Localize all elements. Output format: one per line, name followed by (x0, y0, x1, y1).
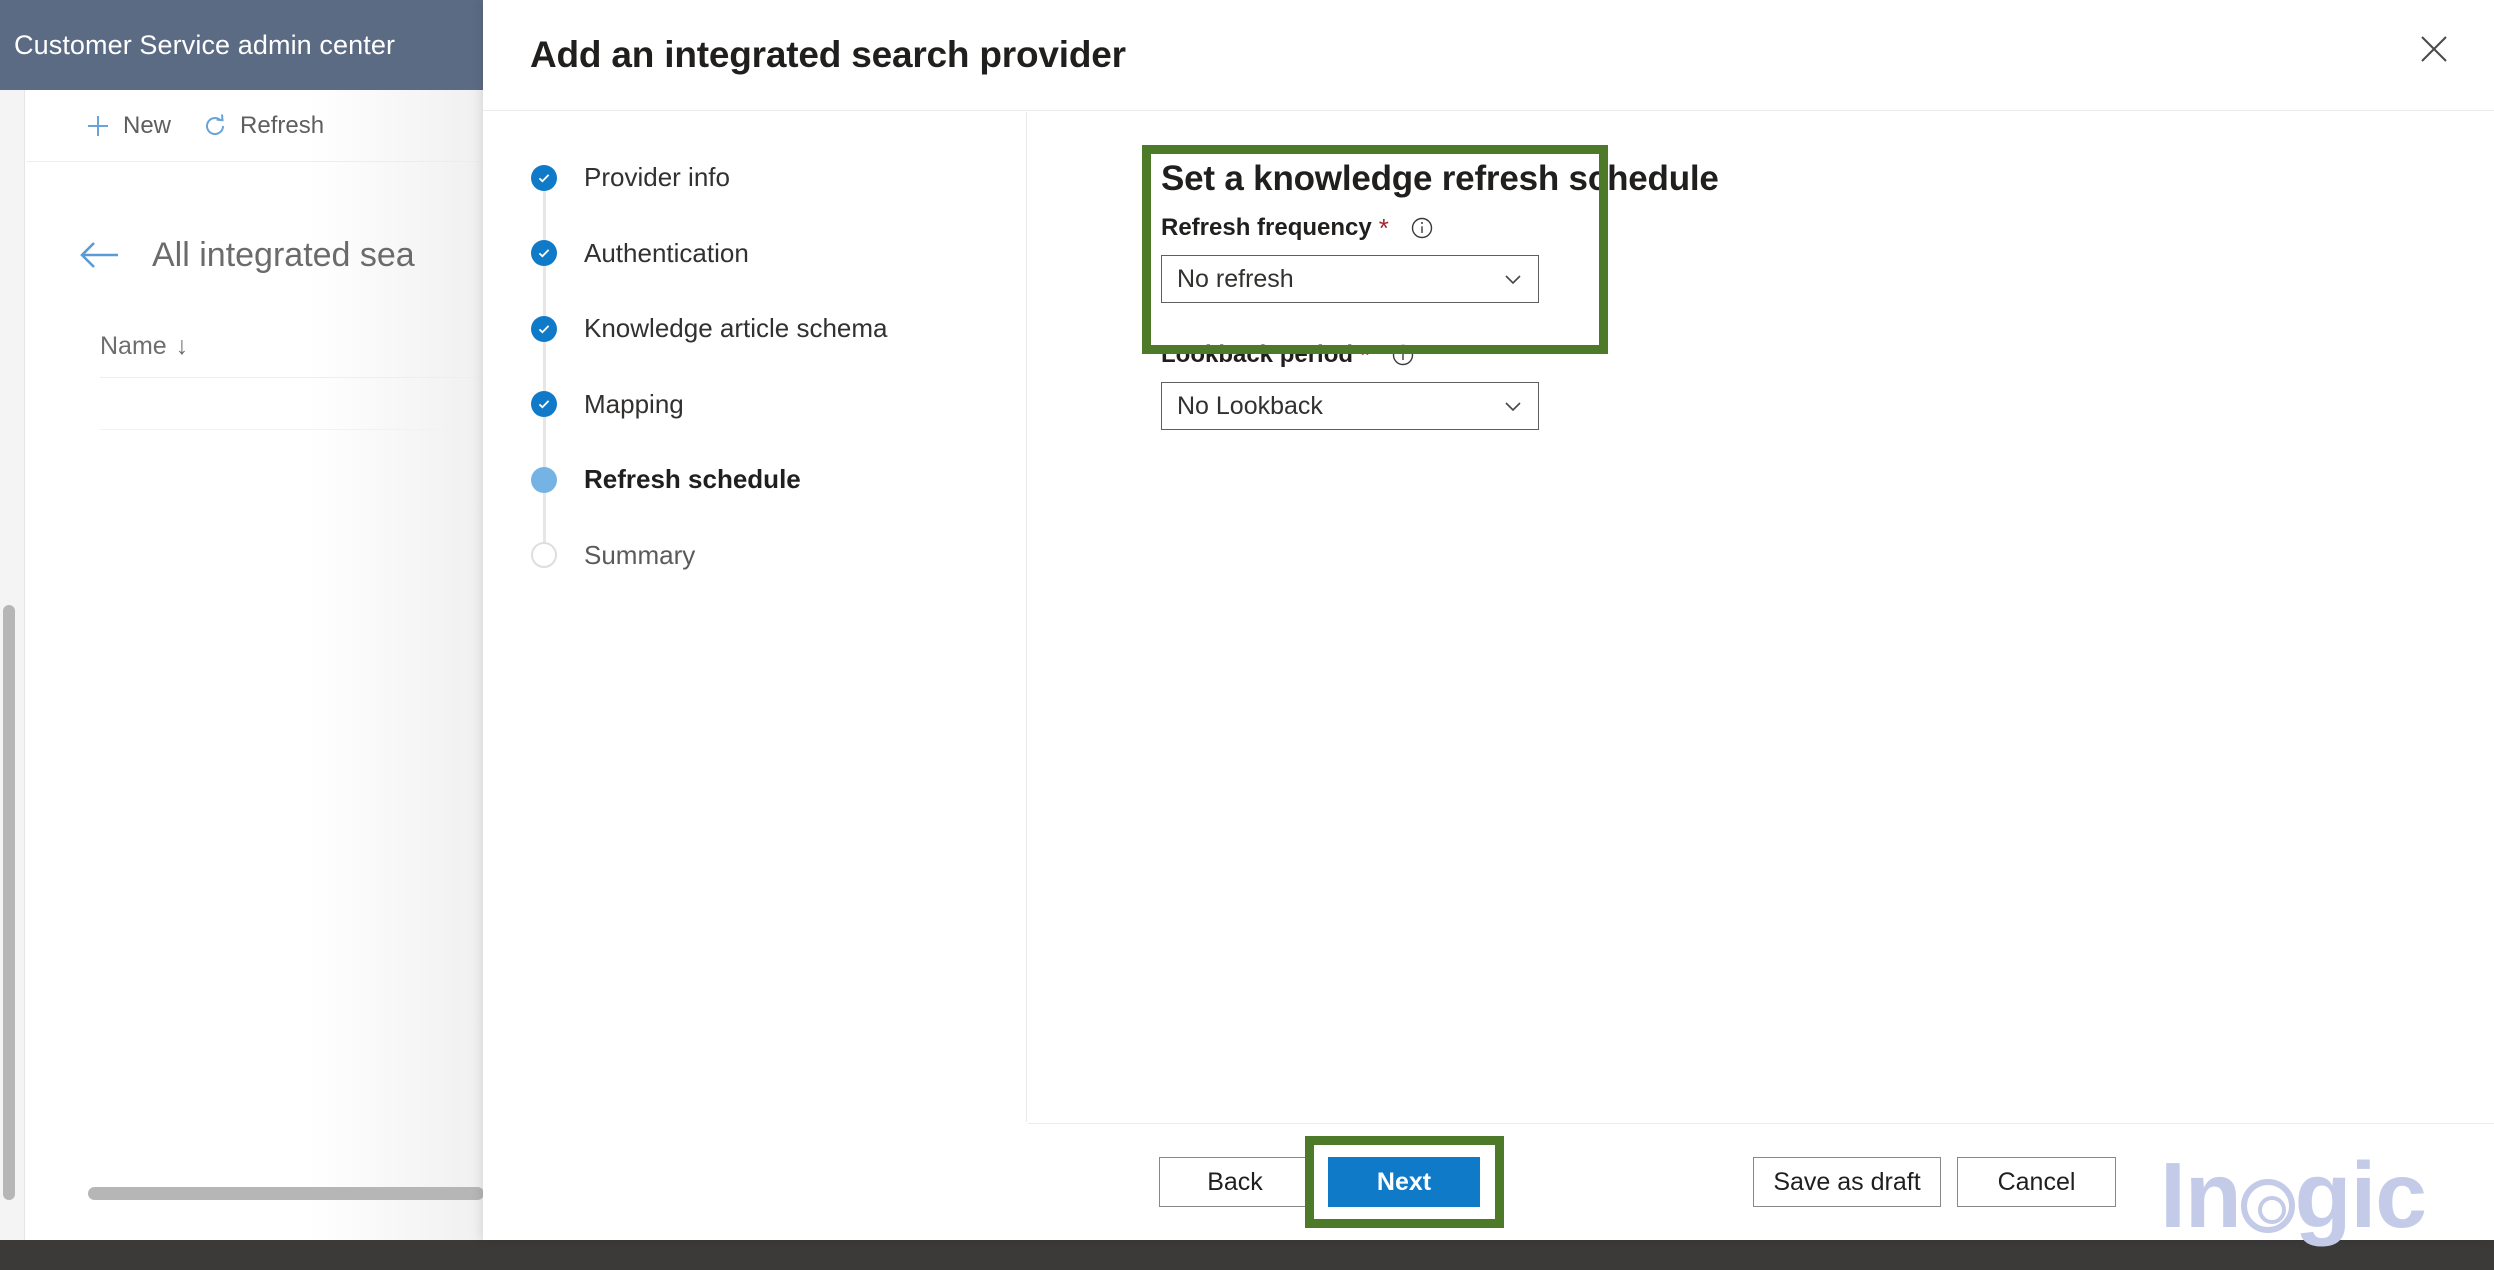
page-heading: Set a knowledge refresh schedule (1161, 159, 1719, 199)
grid-divider (100, 377, 483, 378)
step-label: Refresh schedule (584, 464, 801, 495)
refresh-frequency-value: No refresh (1177, 265, 1500, 294)
lookback-period-label: Lookback period (1161, 341, 1353, 369)
step-label: Mapping (584, 389, 684, 420)
step-label: Knowledge article schema (584, 313, 888, 344)
app-command-bar: New Refresh (26, 90, 483, 162)
required-asterisk: * (1379, 215, 1389, 241)
refresh-schedule-form: Refresh frequency * No refresh (1161, 212, 1591, 466)
required-asterisk: * (1360, 342, 1370, 368)
inogic-watermark: Ingic (2160, 1142, 2426, 1249)
step-status-done-icon (531, 391, 557, 417)
back-arrow-icon[interactable] (78, 238, 122, 272)
plus-icon (84, 112, 112, 140)
next-button[interactable]: Next (1328, 1157, 1480, 1207)
dialog-title: Add an integrated search provider (530, 34, 1126, 76)
save-as-draft-button[interactable]: Save as draft (1753, 1157, 1941, 1207)
step-status-done-icon (531, 316, 557, 342)
column-header-name[interactable]: Name ↓ (100, 332, 188, 361)
refresh-icon (201, 112, 229, 140)
step-label: Summary (584, 540, 695, 571)
horizontal-scrollbar-thumb[interactable] (88, 1187, 483, 1200)
lookback-period-field-group: Lookback period * No Lookback (1161, 339, 1591, 430)
step-label: Authentication (584, 238, 749, 269)
sidebar-item-refresh-schedule[interactable]: Refresh schedule (531, 442, 1001, 518)
close-icon[interactable] (2399, 14, 2469, 84)
chevron-down-icon (1500, 393, 1526, 419)
app-bottom-bar (0, 1240, 2494, 1270)
refresh-button[interactable]: Refresh (201, 112, 324, 140)
lookback-period-value: No Lookback (1177, 392, 1500, 421)
lookback-period-label-row: Lookback period * (1161, 339, 1591, 371)
watermark-suffix: gic (2295, 1143, 2426, 1247)
watermark-o-glyph (2241, 1179, 2295, 1233)
refresh-frequency-label-row: Refresh frequency * (1161, 212, 1591, 244)
step-status-todo-icon (531, 542, 557, 568)
dialog-header: Add an integrated search provider (483, 0, 2494, 111)
app-left-rail (0, 90, 25, 1240)
wizard-steps-list: Provider info Authentication K (531, 112, 1001, 593)
sort-descending-icon: ↓ (176, 332, 189, 361)
refresh-button-label: Refresh (240, 112, 324, 140)
step-status-done-icon (531, 165, 557, 191)
chevron-down-icon (1500, 266, 1526, 292)
add-search-provider-dialog: Add an integrated search provider Provid… (483, 0, 2494, 1240)
sidebar-item-provider-info[interactable]: Provider info (531, 140, 1001, 216)
grid-column-header: Name ↓ (26, 315, 483, 377)
new-button-label: New (123, 112, 171, 140)
dialog-footer: Ingic Back Next Save as draft Cancel (1028, 1123, 2494, 1240)
app-page-header: All integrated sea (26, 210, 483, 300)
app-content-region: New Refresh All integrated sea (26, 90, 483, 1240)
refresh-frequency-dropdown[interactable]: No refresh (1161, 255, 1539, 303)
vertical-scrollbar-thumb[interactable] (3, 605, 15, 1200)
app-title: Customer Service admin center (14, 30, 395, 61)
info-icon[interactable] (1410, 216, 1434, 240)
cancel-button[interactable]: Cancel (1957, 1157, 2116, 1207)
sidebar-item-mapping[interactable]: Mapping (531, 367, 1001, 443)
info-icon[interactable] (1391, 343, 1415, 367)
lookback-period-dropdown[interactable]: No Lookback (1161, 382, 1539, 430)
step-status-done-icon (531, 240, 557, 266)
column-header-name-label: Name (100, 332, 167, 361)
sidebar-item-summary[interactable]: Summary (531, 518, 1001, 594)
back-button[interactable]: Back (1159, 1157, 1311, 1207)
app-header-bar: Customer Service admin center (0, 0, 483, 90)
step-status-current-icon (531, 467, 557, 493)
dialog-body: Set a knowledge refresh schedule Refresh… (1028, 112, 2494, 1122)
wizard-steps-rail: Provider info Authentication K (483, 112, 1027, 1122)
refresh-frequency-label: Refresh frequency (1161, 214, 1372, 242)
sidebar-item-authentication[interactable]: Authentication (531, 216, 1001, 292)
sidebar-item-knowledge-article-schema[interactable]: Knowledge article schema (531, 291, 1001, 367)
grid-divider (100, 429, 483, 430)
new-button[interactable]: New (84, 112, 171, 140)
watermark-prefix: In (2160, 1143, 2241, 1247)
page-title: All integrated sea (152, 236, 415, 275)
refresh-frequency-field-group: Refresh frequency * No refresh (1161, 212, 1591, 303)
step-label: Provider info (584, 162, 730, 193)
